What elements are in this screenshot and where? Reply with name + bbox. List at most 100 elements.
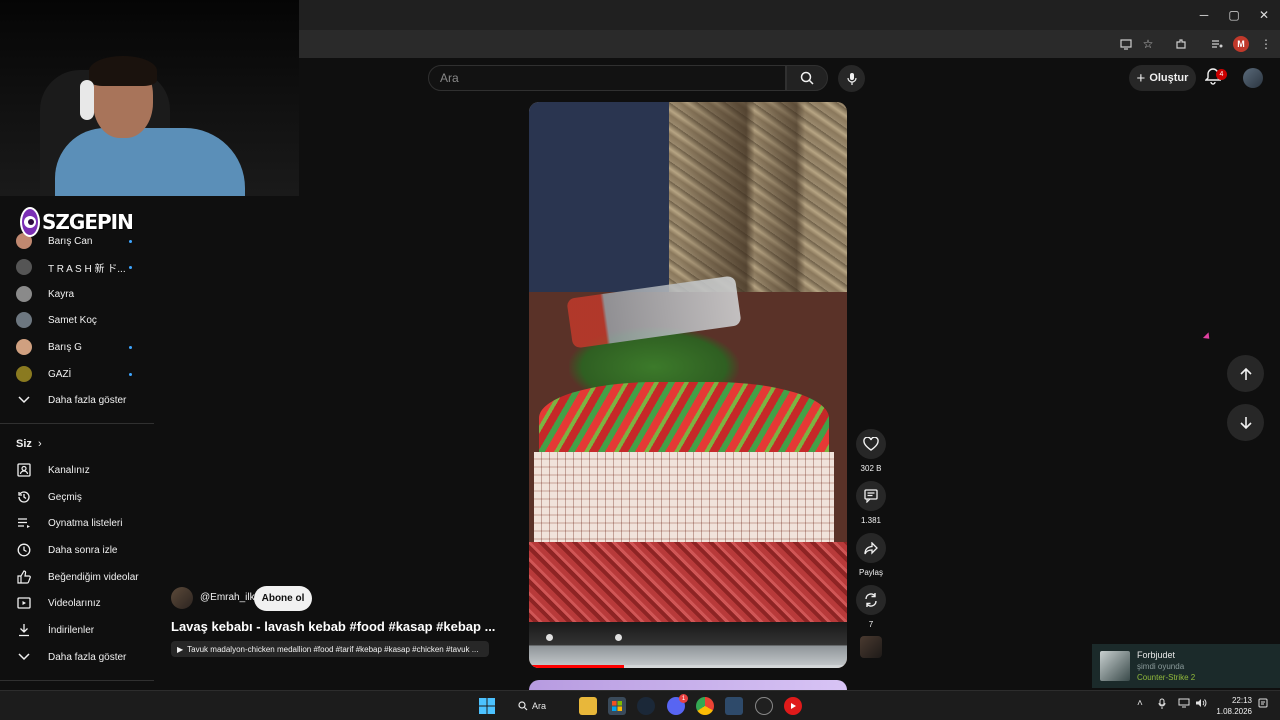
- maximize-button[interactable]: ▢: [1218, 0, 1250, 30]
- search-icon: [800, 71, 814, 85]
- youtube-music-icon[interactable]: [784, 697, 802, 715]
- short-title[interactable]: Lavaş kebabı - lavash kebab #food #kasap…: [171, 619, 495, 634]
- taskbar-search-label: Ara: [532, 701, 547, 711]
- remix-count: 7: [868, 620, 874, 629]
- show-more-subscriptions[interactable]: Daha fazla göster: [0, 387, 154, 413]
- notification-center-icon[interactable]: [1258, 698, 1268, 711]
- sidebar-item-channel[interactable]: Kanalınız: [0, 457, 154, 483]
- system-clock[interactable]: 22:13 1.08.2026: [1214, 695, 1252, 717]
- subscribe-button[interactable]: Abone ol: [254, 586, 312, 611]
- subscription-item[interactable]: Kayra: [0, 281, 154, 307]
- channel-avatar: [16, 259, 32, 275]
- search-input[interactable]: [440, 71, 785, 85]
- search-icon: [518, 701, 528, 711]
- sidebar-item-watch-later[interactable]: Daha sonra izle: [0, 537, 154, 563]
- heart-icon: [863, 437, 879, 451]
- windows-start-icon[interactable]: [478, 697, 496, 715]
- sidebar-item-label: Beğendiğim videolar: [48, 571, 139, 583]
- close-button[interactable]: ✕: [1248, 0, 1280, 30]
- channel-avatar: [16, 312, 32, 328]
- video-knife: [529, 622, 847, 668]
- subscription-label: Kayra: [48, 288, 75, 300]
- sidebar-item-playlists[interactable]: Oynatma listeleri: [0, 510, 154, 536]
- extensions-icon[interactable]: [1172, 35, 1190, 53]
- media-control-icon[interactable]: [1208, 35, 1226, 53]
- subscription-item[interactable]: Samet Koç: [0, 307, 154, 333]
- channel-handle[interactable]: @Emrah_ilk: [200, 592, 255, 603]
- share-button[interactable]: [856, 533, 886, 563]
- profile-avatar[interactable]: M: [1233, 36, 1249, 52]
- previous-short-button[interactable]: [1227, 355, 1264, 392]
- clock-date: 1.08.2026: [1216, 707, 1252, 716]
- comment-icon: [864, 489, 878, 503]
- taskbar-search[interactable]: Ara: [518, 696, 568, 716]
- subscription-item[interactable]: Barış G: [0, 334, 154, 360]
- you-heading: Siz: [16, 438, 32, 450]
- sidebar-item-show-more[interactable]: Daha fazla göster: [0, 644, 154, 670]
- sidebar-item-history[interactable]: Geçmiş: [0, 484, 154, 510]
- steam-icon[interactable]: [637, 697, 655, 715]
- sidebar-item-label: Daha sonra izle: [48, 544, 118, 556]
- next-short-button[interactable]: [1227, 404, 1264, 441]
- friend-game: Counter-Strike 2: [1137, 673, 1196, 682]
- tray-overflow-icon[interactable]: ˄: [1137, 698, 1143, 709]
- microsoft-store-icon[interactable]: [608, 697, 626, 715]
- streamer-shirt: [55, 128, 245, 196]
- stream-logo-text: SZGEPIN: [42, 210, 134, 234]
- related-video-link[interactable]: ▶ Tavuk madalyon-chicken medallion #food…: [171, 641, 489, 657]
- comments-button[interactable]: [856, 481, 886, 511]
- channel-avatar: [16, 286, 32, 302]
- search-button[interactable]: [786, 65, 828, 91]
- comment-count: 1.381: [860, 516, 882, 525]
- minimize-button[interactable]: ─: [1188, 0, 1220, 30]
- video-progress-fill: [529, 665, 625, 668]
- friend-avatar: [1100, 651, 1130, 681]
- search-field[interactable]: [428, 65, 786, 91]
- webcam-overlay: [0, 0, 299, 196]
- streamer-hair: [89, 56, 157, 86]
- subscription-label: GAZİ: [48, 368, 72, 380]
- sidebar-item-downloads[interactable]: İndirilenler: [0, 617, 154, 643]
- game-launcher-icon[interactable]: [725, 697, 743, 715]
- create-label: Oluştur: [1149, 72, 1189, 84]
- sidebar-divider: [0, 423, 154, 424]
- sidebar-item-your-videos[interactable]: Videolarınız: [0, 590, 154, 616]
- volume-icon[interactable]: [1195, 698, 1207, 711]
- video-icon: [16, 595, 32, 611]
- browser-menu-icon[interactable]: ⋮: [1257, 35, 1275, 53]
- bookmark-star-icon[interactable]: ☆: [1139, 35, 1157, 53]
- short-video-player[interactable]: [529, 102, 847, 668]
- streamer: [55, 56, 245, 196]
- voice-search-button[interactable]: [838, 65, 865, 92]
- create-button[interactable]: + Oluştur: [1129, 65, 1196, 91]
- like-button[interactable]: [856, 429, 886, 459]
- file-explorer-icon[interactable]: [579, 697, 597, 715]
- sound-thumbnail[interactable]: [860, 636, 882, 658]
- video-progress-bar[interactable]: [529, 665, 847, 668]
- channel-avatar[interactable]: [171, 587, 193, 609]
- stream-logo: SZGEPIN: [20, 204, 134, 240]
- watch-later-icon: [16, 542, 32, 558]
- microphone-tray-icon[interactable]: [1158, 698, 1166, 713]
- like-count: 302 B: [860, 464, 882, 473]
- obs-icon[interactable]: [755, 697, 773, 715]
- subscription-item[interactable]: GAZİ: [0, 361, 154, 387]
- remix-button[interactable]: [856, 585, 886, 615]
- arrow-down-icon: [1239, 416, 1252, 429]
- sidebar-item-liked-videos[interactable]: Beğendiğim videolar: [0, 564, 154, 590]
- network-icon[interactable]: [1178, 698, 1190, 711]
- sidebar-item-label: Geçmiş: [48, 491, 82, 503]
- cast-icon[interactable]: [1117, 35, 1135, 53]
- microphone-icon: [846, 72, 857, 85]
- chrome-icon[interactable]: [696, 697, 714, 715]
- channel-icon: [16, 462, 32, 478]
- show-more-label: Daha fazla göster: [48, 394, 127, 406]
- you-section-header[interactable]: Siz ›: [0, 431, 154, 457]
- subscription-item[interactable]: T R A S H 新 ド...: [0, 254, 154, 280]
- game-notification-toast[interactable]: Forbjudet şimdi oyunda Counter-Strike 2: [1092, 644, 1280, 688]
- account-avatar[interactable]: [1243, 68, 1263, 88]
- sidebar-divider: [0, 680, 154, 681]
- channel-avatar: [16, 366, 32, 382]
- channel-avatar: [16, 339, 32, 355]
- related-video-label: Tavuk madalyon-chicken medallion #food #…: [187, 644, 479, 654]
